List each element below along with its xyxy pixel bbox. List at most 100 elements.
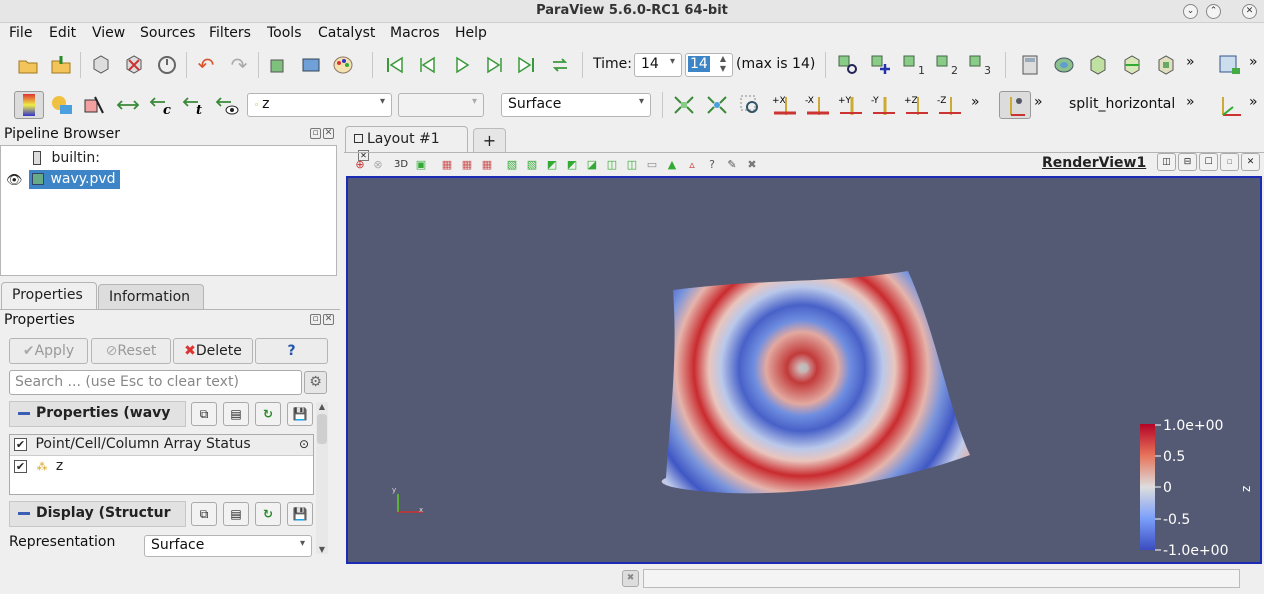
next-frame-icon[interactable] <box>482 53 506 77</box>
calculator-icon[interactable] <box>1018 53 1042 77</box>
zoom-to-data-icon[interactable] <box>705 93 729 117</box>
center-icon[interactable]: ⊗ <box>366 152 390 176</box>
query-selection-icon[interactable] <box>836 53 860 77</box>
open-icon[interactable] <box>16 53 40 77</box>
selection-3-icon[interactable]: 3 <box>968 53 992 77</box>
menu-view[interactable]: View <box>92 25 125 41</box>
toolbar-overflow-icon-4[interactable]: » <box>1034 94 1043 110</box>
threshold-icon[interactable] <box>1154 53 1178 77</box>
maximize-view-icon[interactable]: ☐ <box>1199 153 1218 171</box>
help-button[interactable]: ? <box>255 338 328 364</box>
time-combo[interactable]: 14 ▾ <box>634 53 682 77</box>
color-by-combo[interactable]: ◦ z ▾ <box>247 93 392 117</box>
view-minus-y-icon[interactable]: -Y <box>871 93 895 117</box>
maximize-icon[interactable]: ⌃ <box>1206 4 1221 19</box>
zoom-to-box-icon[interactable] <box>739 93 763 117</box>
render-view[interactable]: y x 1.0e+00 0.5 0 -0.5 -1.0e+00 z <box>346 176 1262 564</box>
layout-macro-label[interactable]: split_horizontal <box>1069 96 1175 112</box>
spin-arrows-icon[interactable]: ▲ ▼ <box>720 54 726 74</box>
tab-information[interactable]: Information <box>98 284 204 310</box>
pipeline-item-builtin[interactable]: builtin: <box>33 150 100 166</box>
properties-scrollbar[interactable]: ▲ ▼ <box>316 402 328 554</box>
view-minus-x-icon[interactable]: -X <box>805 93 829 117</box>
tab-properties[interactable]: Properties <box>1 282 97 310</box>
abort-icon[interactable]: ✖ <box>622 570 639 587</box>
view-plus-x-icon[interactable]: +X <box>772 93 796 117</box>
paste-icon[interactable]: ▤ <box>223 402 249 426</box>
toolbar-overflow-icon-5[interactable]: » <box>1186 94 1195 110</box>
reset-range-icon[interactable] <box>83 93 107 117</box>
visibility-eye-icon[interactable]: 👁 <box>6 173 23 188</box>
copy-icon[interactable]: ⧉ <box>191 502 217 526</box>
paste-icon[interactable]: ▤ <box>223 502 249 526</box>
time-spinbox[interactable]: 14 ▲ ▼ <box>685 53 733 77</box>
clear-selection-icon[interactable]: ✖ <box>740 152 764 176</box>
add-layout-button[interactable]: + <box>473 128 506 153</box>
rescale-visible-icon[interactable] <box>215 93 239 117</box>
view-name-label[interactable]: RenderView1 <box>1042 155 1146 171</box>
array-row[interactable]: ✔ ⁂ z <box>10 456 313 476</box>
restore-view-icon[interactable]: ▫ <box>1220 153 1239 171</box>
color-legend-toggle-icon[interactable] <box>14 91 44 119</box>
undo-icon[interactable]: ↶ <box>194 53 218 77</box>
save-defaults-icon[interactable]: 💾 <box>287 402 313 426</box>
color-legend-bar[interactable] <box>1140 424 1155 550</box>
section-display-header[interactable]: Display (Structur <box>9 501 186 527</box>
sort-indicator-icon[interactable]: ⊙ <box>299 437 309 451</box>
close-view-icon[interactable]: ✕ <box>1241 153 1260 171</box>
close-icon[interactable]: ✕ <box>1242 4 1257 19</box>
orientation-axes-icon[interactable] <box>999 91 1031 119</box>
rescale-custom-c-icon[interactable]: c <box>149 93 173 117</box>
clip-icon[interactable] <box>1086 53 1110 77</box>
tab-layout-1[interactable]: Layout #1 ✕ <box>345 126 468 161</box>
toolbar-overflow-icon[interactable]: » <box>1186 54 1195 70</box>
camera-undo-icon[interactable]: ▣ <box>409 152 433 176</box>
connect-icon[interactable] <box>89 53 113 77</box>
contour-icon[interactable] <box>1052 53 1076 77</box>
split-horizontal-icon[interactable]: ◫ <box>1157 153 1176 171</box>
view-plus-y-icon[interactable]: +Y <box>838 93 862 117</box>
add-selection-icon[interactable] <box>869 53 893 77</box>
scroll-up-icon[interactable]: ▲ <box>316 402 328 411</box>
search-input[interactable]: Search ... (use Esc to clear text) <box>9 370 302 395</box>
pipeline-item-wavy[interactable]: wavy.pvd <box>29 170 120 189</box>
array-header-checkbox[interactable]: ✔ <box>14 437 27 451</box>
delete-button[interactable]: ✖Delete <box>173 338 253 364</box>
edit-color-map-icon[interactable] <box>50 93 74 117</box>
menu-tools[interactable]: Tools <box>267 25 302 41</box>
array-checkbox[interactable]: ✔ <box>14 459 27 473</box>
representation-combo[interactable]: Surface ▾ <box>501 93 651 117</box>
toolbar-overflow-icon-6[interactable]: » <box>1249 94 1258 110</box>
menu-filters[interactable]: Filters <box>209 25 251 41</box>
close-icon[interactable]: ✕ <box>323 128 334 139</box>
first-frame-icon[interactable] <box>383 53 407 77</box>
reset-camera-closest-icon[interactable] <box>266 53 290 77</box>
close-icon[interactable]: ✕ <box>323 314 334 325</box>
menu-catalyst[interactable]: Catalyst <box>318 25 375 41</box>
render-canvas[interactable]: y x 1.0e+00 0.5 0 -0.5 -1.0e+00 z <box>348 178 1260 562</box>
save-defaults-icon[interactable]: 💾 <box>287 502 313 526</box>
select-cells-frustum-icon[interactable]: ▦ <box>475 152 499 176</box>
advanced-gear-icon[interactable]: ⚙ <box>304 371 327 394</box>
scroll-thumb[interactable] <box>317 414 327 444</box>
reload-icon[interactable]: ↻ <box>255 402 281 426</box>
auto-apply-icon[interactable] <box>155 53 179 77</box>
rescale-temporal-icon[interactable]: t <box>182 93 206 117</box>
reload-icon[interactable]: ↻ <box>255 502 281 526</box>
menu-macros[interactable]: Macros <box>390 25 440 41</box>
loop-icon[interactable] <box>548 53 572 77</box>
axes-grid-icon[interactable] <box>1217 93 1241 117</box>
section-properties-header[interactable]: Properties (wavy <box>9 401 186 427</box>
copy-icon[interactable]: ⧉ <box>191 402 217 426</box>
minimize-icon[interactable]: ⌄ <box>1183 4 1198 19</box>
split-vertical-icon[interactable]: ⊟ <box>1178 153 1197 171</box>
toolbar-overflow-icon-2[interactable]: » <box>1249 54 1258 70</box>
selection-2-icon[interactable]: 2 <box>935 53 959 77</box>
selection-1-icon[interactable]: 1 <box>902 53 926 77</box>
last-frame-icon[interactable] <box>514 53 538 77</box>
toolbar-overflow-icon-3[interactable]: » <box>971 94 980 110</box>
view-frame-icon[interactable] <box>1218 53 1242 77</box>
slice-icon[interactable] <box>1120 53 1144 77</box>
rescale-custom-icon[interactable] <box>116 93 140 117</box>
palette-icon[interactable] <box>332 53 356 77</box>
